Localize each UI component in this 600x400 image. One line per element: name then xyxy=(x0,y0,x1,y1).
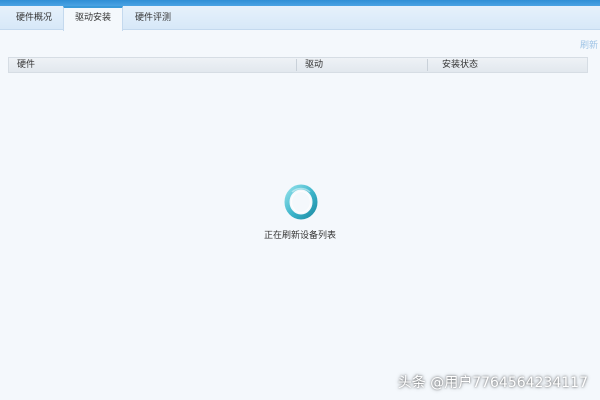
tab-hardware-benchmark[interactable]: 硬件评测 xyxy=(124,6,182,30)
tab-driver-install[interactable]: 驱动安装 xyxy=(63,6,123,31)
tab-bar: 硬件概况 驱动安装 硬件评测 xyxy=(0,6,600,31)
loading-ring-icon xyxy=(283,183,319,221)
loading-status-text: 正在刷新设备列表 xyxy=(263,231,336,241)
tab-hardware-overview[interactable]: 硬件概况 xyxy=(6,6,62,30)
table-header: 硬件 驱动 安装状态 xyxy=(8,57,588,73)
column-header-driver[interactable]: 驱动 xyxy=(297,58,427,72)
refresh-link[interactable]: 刷新 xyxy=(580,38,600,51)
watermark: 头条 @用户7764564234117 xyxy=(397,375,588,391)
column-header-hardware[interactable]: 硬件 xyxy=(9,58,296,72)
column-header-install-status[interactable]: 安装状态 xyxy=(428,58,587,72)
